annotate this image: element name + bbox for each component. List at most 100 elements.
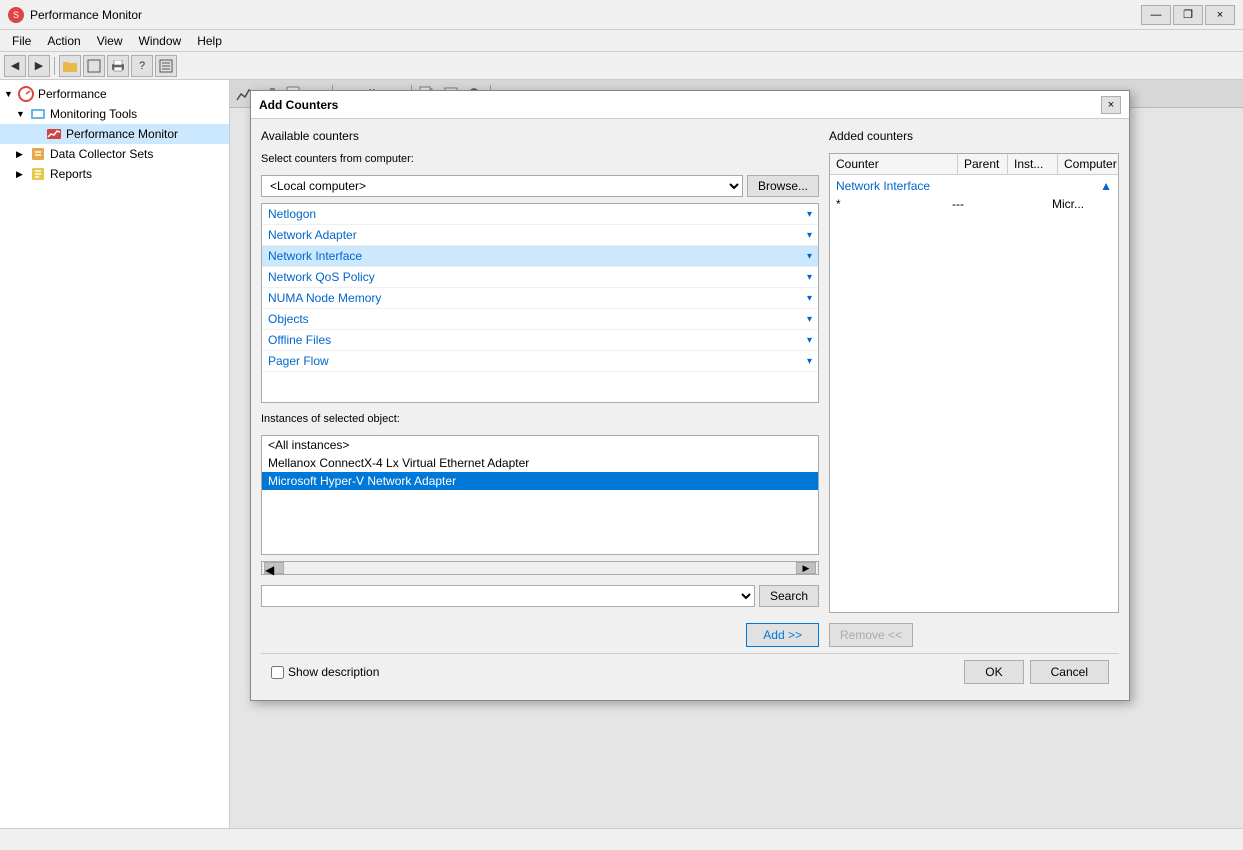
dialog-body: Available counters Select counters from … <box>251 119 1129 700</box>
restore-btn[interactable]: ❐ <box>1173 5 1203 25</box>
counter-name-pager-flow: Pager Flow <box>268 354 807 368</box>
status-bar <box>0 828 1243 850</box>
search-input[interactable] <box>261 585 755 607</box>
counter-item-pager-flow[interactable]: Pager Flow ▾ <box>262 351 818 372</box>
counter-name-network-qos: Network QoS Policy <box>268 270 807 284</box>
extra-btn[interactable] <box>155 55 177 77</box>
search-btn[interactable]: Search <box>759 585 819 607</box>
counter-item-offline-files[interactable]: Offline Files ▾ <box>262 330 818 351</box>
added-counters-box: Counter Parent Inst... Computer Network … <box>829 153 1119 613</box>
sidebar: ▼ Performance ▼ Monitoring Tools ▶ Perfo… <box>0 80 230 828</box>
view-btn[interactable] <box>83 55 105 77</box>
computer-select[interactable]: <Local computer> <box>261 175 743 197</box>
forward-btn[interactable]: ▶ <box>28 55 50 77</box>
sidebar-reports[interactable]: ▶ Reports <box>0 164 229 184</box>
dialog-close-btn[interactable]: × <box>1101 96 1121 114</box>
counter-name-network-adapter: Network Adapter <box>268 228 807 242</box>
counter-item-numa[interactable]: NUMA Node Memory ▾ <box>262 288 818 309</box>
added-group-name: Network Interface <box>836 179 930 193</box>
instance-all[interactable]: <All instances> <box>262 436 818 454</box>
counter-name-network-interface: Network Interface <box>268 249 807 263</box>
added-counters-header: Counter Parent Inst... Computer <box>830 154 1118 175</box>
cancel-btn[interactable]: Cancel <box>1030 660 1109 684</box>
folder-btn[interactable] <box>59 55 81 77</box>
counter-item-objects[interactable]: Objects ▾ <box>262 309 818 330</box>
counter-arrow-network-adapter: ▾ <box>807 230 812 241</box>
data-collector-icon <box>30 146 46 162</box>
dialog-titlebar: Add Counters × <box>251 91 1129 119</box>
added-group-network-interface: Network Interface ▲ <box>830 177 1118 195</box>
counter-item-network-qos[interactable]: Network QoS Policy ▾ <box>262 267 818 288</box>
show-desc-row: Show description <box>271 665 379 679</box>
hscroll-left-btn[interactable]: ◀ <box>264 562 284 574</box>
monitoring-icon <box>30 106 46 122</box>
counter-arrow-network-interface: ▾ <box>807 251 812 262</box>
title-bar: S Performance Monitor — ❐ × <box>0 0 1243 30</box>
dialog-footer: Show description OK Cancel <box>261 653 1119 690</box>
instance-mellanox[interactable]: Mellanox ConnectX-4 Lx Virtual Ethernet … <box>262 454 818 472</box>
menu-file[interactable]: File <box>4 32 39 50</box>
footer-btns: OK Cancel <box>964 660 1109 684</box>
instances-label: Instances of selected object: <box>261 413 819 425</box>
counter-name-netlogon: Netlogon <box>268 207 807 221</box>
instance-hyperv[interactable]: Microsoft Hyper-V Network Adapter <box>262 472 818 490</box>
counter-item-netlogon[interactable]: Netlogon ▾ <box>262 204 818 225</box>
added-row-star[interactable]: * --- Micr... <box>830 195 1118 213</box>
menu-window[interactable]: Window <box>131 32 190 50</box>
minimize-btn[interactable]: — <box>1141 5 1171 25</box>
left-panel: Available counters Select counters from … <box>261 129 819 647</box>
counter-name-objects: Objects <box>268 312 807 326</box>
window-title: Performance Monitor <box>30 8 142 22</box>
counter-item-network-adapter[interactable]: Network Adapter ▾ <box>262 225 818 246</box>
sidebar-item-reports: Reports <box>50 167 92 181</box>
counter-item-network-interface[interactable]: Network Interface ▾ <box>262 246 818 267</box>
counter-name-numa: NUMA Node Memory <box>268 291 807 305</box>
menu-view[interactable]: View <box>89 32 131 50</box>
added-row-comp-val: Micr... <box>1052 197 1112 211</box>
content-area: ▼ + ✖ ✏ ⏸ ⏭ Add Counters <box>230 80 1243 828</box>
app-icon: S <box>8 7 24 23</box>
performance-icon <box>18 86 34 102</box>
sidebar-performance-root[interactable]: ▼ Performance <box>0 84 229 104</box>
right-panel: Added counters Counter Parent Inst... Co… <box>829 129 1119 647</box>
help-btn[interactable]: ? <box>131 55 153 77</box>
sidebar-monitoring-tools[interactable]: ▼ Monitoring Tools <box>0 104 229 124</box>
menu-bar: File Action View Window Help <box>0 30 1243 52</box>
browse-btn[interactable]: Browse... <box>747 175 819 197</box>
remove-btn[interactable]: Remove << <box>829 623 913 647</box>
ok-btn[interactable]: OK <box>964 660 1023 684</box>
group-scroll-icon: ▲ <box>1100 179 1112 193</box>
show-desc-label: Show description <box>288 665 379 679</box>
expand-icon-monitoring: ▼ <box>16 109 28 119</box>
expand-icon-reports: ▶ <box>16 169 28 180</box>
perf-monitor-icon <box>46 126 62 142</box>
expand-icon-dcs: ▶ <box>16 149 28 160</box>
col-computer: Computer <box>1058 154 1118 174</box>
print-btn[interactable] <box>107 55 129 77</box>
main-toolbar: ◀ ▶ ? <box>0 52 1243 80</box>
sidebar-item-perf-monitor: Performance Monitor <box>66 127 178 141</box>
back-btn[interactable]: ◀ <box>4 55 26 77</box>
instances-list: <All instances> Mellanox ConnectX-4 Lx V… <box>261 435 819 555</box>
sidebar-performance-monitor[interactable]: ▶ Performance Monitor <box>0 124 229 144</box>
col-counter: Counter <box>830 154 958 174</box>
close-btn[interactable]: × <box>1205 5 1235 25</box>
menu-help[interactable]: Help <box>189 32 230 50</box>
counter-arrow-numa: ▾ <box>807 293 812 304</box>
show-desc-checkbox[interactable] <box>271 666 284 679</box>
sidebar-data-collector-sets[interactable]: ▶ Data Collector Sets <box>0 144 229 164</box>
added-row-counter-val: * <box>836 197 952 211</box>
counter-arrow-offline-files: ▾ <box>807 335 812 346</box>
counter-list: Netlogon ▾ Network Adapter ▾ Network Int… <box>261 203 819 403</box>
added-row-inst-val <box>1002 197 1052 211</box>
add-btn[interactable]: Add >> <box>746 623 819 647</box>
instances-hscrollbar[interactable]: ◀ ▶ <box>261 561 819 575</box>
expand-icon: ▼ <box>4 89 16 99</box>
col-parent: Parent <box>958 154 1008 174</box>
counter-arrow-pager-flow: ▾ <box>807 356 812 367</box>
dialog-panels: Available counters Select counters from … <box>261 129 1119 647</box>
menu-action[interactable]: Action <box>39 32 88 50</box>
added-counters-body: Network Interface ▲ * --- Micr... <box>830 175 1118 612</box>
sidebar-item-monitoring-tools: Monitoring Tools <box>50 107 137 121</box>
hscroll-right-btn[interactable]: ▶ <box>796 562 816 574</box>
